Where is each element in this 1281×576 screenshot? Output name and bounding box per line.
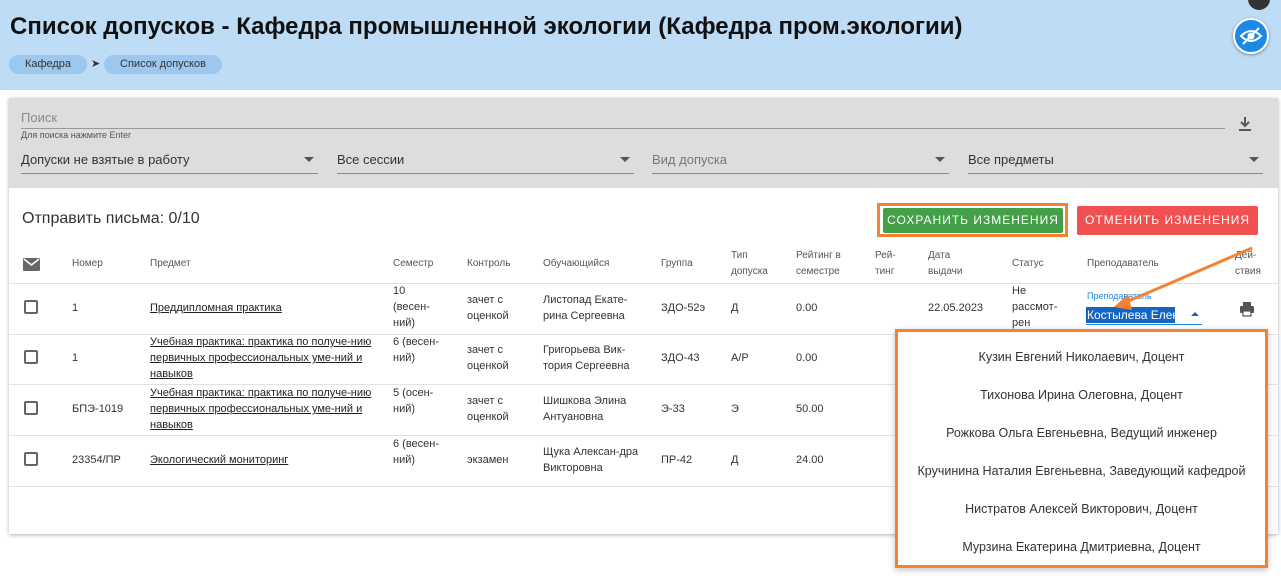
cell-control: зачет с оценкой [467, 344, 509, 372]
search-underline [21, 128, 1225, 129]
cell-type: Д [731, 454, 739, 466]
column-header-teacher[interactable]: Преподаватель [1087, 256, 1159, 272]
column-header-number[interactable]: Номер [72, 256, 103, 272]
eye-off-icon [1239, 27, 1263, 45]
cell-student: Щука Алексан-дра Викторовна [543, 446, 639, 474]
cell-date: 22.05.2023 [928, 302, 984, 314]
breadcrumb-department[interactable]: Кафедра [9, 55, 87, 74]
search-hint: Для поиска нажмите Enter [21, 130, 132, 140]
save-changes-button[interactable]: СОХРАНИТЬ ИЗМЕНЕНИЯ [883, 208, 1063, 233]
search-input[interactable]: Поиск [21, 110, 57, 125]
breadcrumb-separator-icon: ➤ [91, 58, 101, 70]
status-filter-select[interactable]: Допуски не взятые в работу [21, 150, 318, 174]
cell-semester: 6 (весен-ний) [393, 336, 440, 364]
print-icon[interactable] [1239, 301, 1255, 317]
chevron-up-icon[interactable] [1191, 312, 1199, 316]
column-header-control[interactable]: Контроль [467, 256, 510, 272]
mail-count-label: Отправить письма: 0/10 [22, 210, 200, 227]
row-checkbox[interactable] [24, 300, 38, 314]
teacher-option[interactable]: Нистратов Алексей Викторович, Доцент [898, 490, 1265, 528]
cell-group: ЗДО-52э [661, 302, 706, 314]
cell-semester: 10 (весен-ний) [393, 285, 430, 329]
cell-student: Шишкова Элина Антуановна [543, 395, 627, 423]
cell-group: ЗДО-43 [661, 352, 700, 364]
mail-icon[interactable] [23, 258, 40, 271]
row-checkbox[interactable] [24, 350, 38, 364]
teacher-option[interactable]: Кузин Евгений Николаевич, Доцент [898, 338, 1265, 376]
cell-group: Э-33 [661, 403, 685, 415]
teacher-option[interactable]: Мурзина Екатерина Дмитриевна, Доцент [898, 528, 1265, 566]
download-icon[interactable] [1237, 115, 1253, 133]
cell-number: 1 [72, 352, 79, 364]
cell-number: БПЭ-1019 [72, 403, 124, 415]
cell-subject-link[interactable]: Экологический мониторинг [150, 452, 288, 468]
column-header-group[interactable]: Группа [661, 256, 693, 272]
page-header: Список допусков - Кафедра промышленной э… [0, 0, 1281, 90]
cell-student: Григорьева Вик-тория Сергеевна [543, 344, 630, 372]
column-header-student[interactable]: Обучающийся [543, 256, 609, 272]
chevron-down-icon [935, 157, 945, 162]
subject-filter-value: Все предметы [968, 152, 1054, 167]
session-filter-value: Все сессии [337, 152, 405, 167]
teacher-dropdown-menu: Кузин Евгений Николаевич, Доцент Тихонов… [895, 329, 1268, 568]
cell-control: зачет с оценкой [467, 395, 509, 423]
column-header-rating[interactable]: Рей-тинг [875, 248, 905, 280]
session-filter-select[interactable]: Все сессии [337, 150, 634, 174]
teacher-select-input[interactable]: Костылева Елен [1086, 307, 1175, 323]
cell-subject-link[interactable]: Учебная практика: практика по получе-нию… [150, 385, 372, 433]
cell-student: Листопад Екате-рина Сергеевна [543, 294, 628, 322]
cell-type: Э [731, 403, 739, 415]
cell-semester: 5 (осен-ний) [393, 387, 434, 415]
column-header-semester[interactable]: Семестр [393, 256, 433, 272]
page-title: Список допусков - Кафедра промышленной э… [10, 13, 963, 40]
subject-filter-select[interactable]: Все предметы [968, 150, 1263, 174]
visibility-toggle-button[interactable] [1233, 18, 1269, 54]
teacher-select-underline [1086, 324, 1202, 325]
breadcrumb-admissions-list[interactable]: Список допусков [104, 55, 222, 74]
row-checkbox[interactable] [24, 401, 38, 415]
chevron-down-icon [304, 157, 314, 162]
cell-type: Д [731, 302, 739, 314]
cell-rating-semester: 50.00 [796, 403, 824, 415]
teacher-option[interactable]: Тихонова Ирина Олеговна, Доцент [898, 376, 1265, 414]
column-header-status[interactable]: Статус [1012, 256, 1044, 272]
cell-rating-semester: 24.00 [796, 454, 824, 466]
cell-number: 23354/ПР [72, 454, 121, 466]
column-header-type[interactable]: Тип допуска [731, 248, 775, 280]
status-filter-value: Допуски не взятые в работу [21, 152, 190, 167]
table-divider [9, 283, 1278, 284]
cell-status: Не рассмот-рен [1012, 285, 1058, 329]
teacher-option[interactable]: Рожкова Ольга Евгеньевна, Ведущий инжене… [898, 414, 1265, 452]
admission-type-value: Вид допуска [652, 152, 728, 167]
chevron-down-icon [620, 157, 630, 162]
teacher-select-label: Преподаватель [1087, 291, 1152, 301]
cell-control: экзамен [467, 454, 509, 466]
teacher-option[interactable]: Кручинина Наталия Евгеньевна, Заведующий… [898, 452, 1265, 490]
cell-control: зачет с оценкой [467, 294, 509, 322]
column-header-subject[interactable]: Предмет [150, 256, 191, 272]
cell-group: ПР-42 [661, 454, 693, 466]
cell-subject-link[interactable]: Преддипломная практика [150, 300, 282, 316]
admission-type-select[interactable]: Вид допуска [652, 150, 949, 174]
cell-type: А/Р [731, 352, 749, 364]
filters-panel: Поиск Для поиска нажмите Enter Допуски н… [9, 98, 1278, 188]
row-checkbox[interactable] [24, 452, 38, 466]
column-header-date[interactable]: Дата выдачи [928, 248, 972, 280]
chevron-down-icon [1249, 157, 1259, 162]
column-header-actions: Дей-ствия [1235, 250, 1261, 277]
cell-semester: 6 (весен-ний) [393, 438, 440, 466]
cell-subject-link[interactable]: Учебная практика: практика по получе-нию… [150, 334, 372, 382]
column-header-rating-semester[interactable]: Рейтинг в семестре [796, 248, 856, 280]
cell-rating-semester: 0.00 [796, 302, 818, 314]
cell-rating-semester: 0.00 [796, 352, 818, 364]
cell-number: 1 [72, 302, 79, 314]
cancel-changes-button[interactable]: ОТМЕНИТЬ ИЗМЕНЕНИЯ [1077, 206, 1258, 235]
